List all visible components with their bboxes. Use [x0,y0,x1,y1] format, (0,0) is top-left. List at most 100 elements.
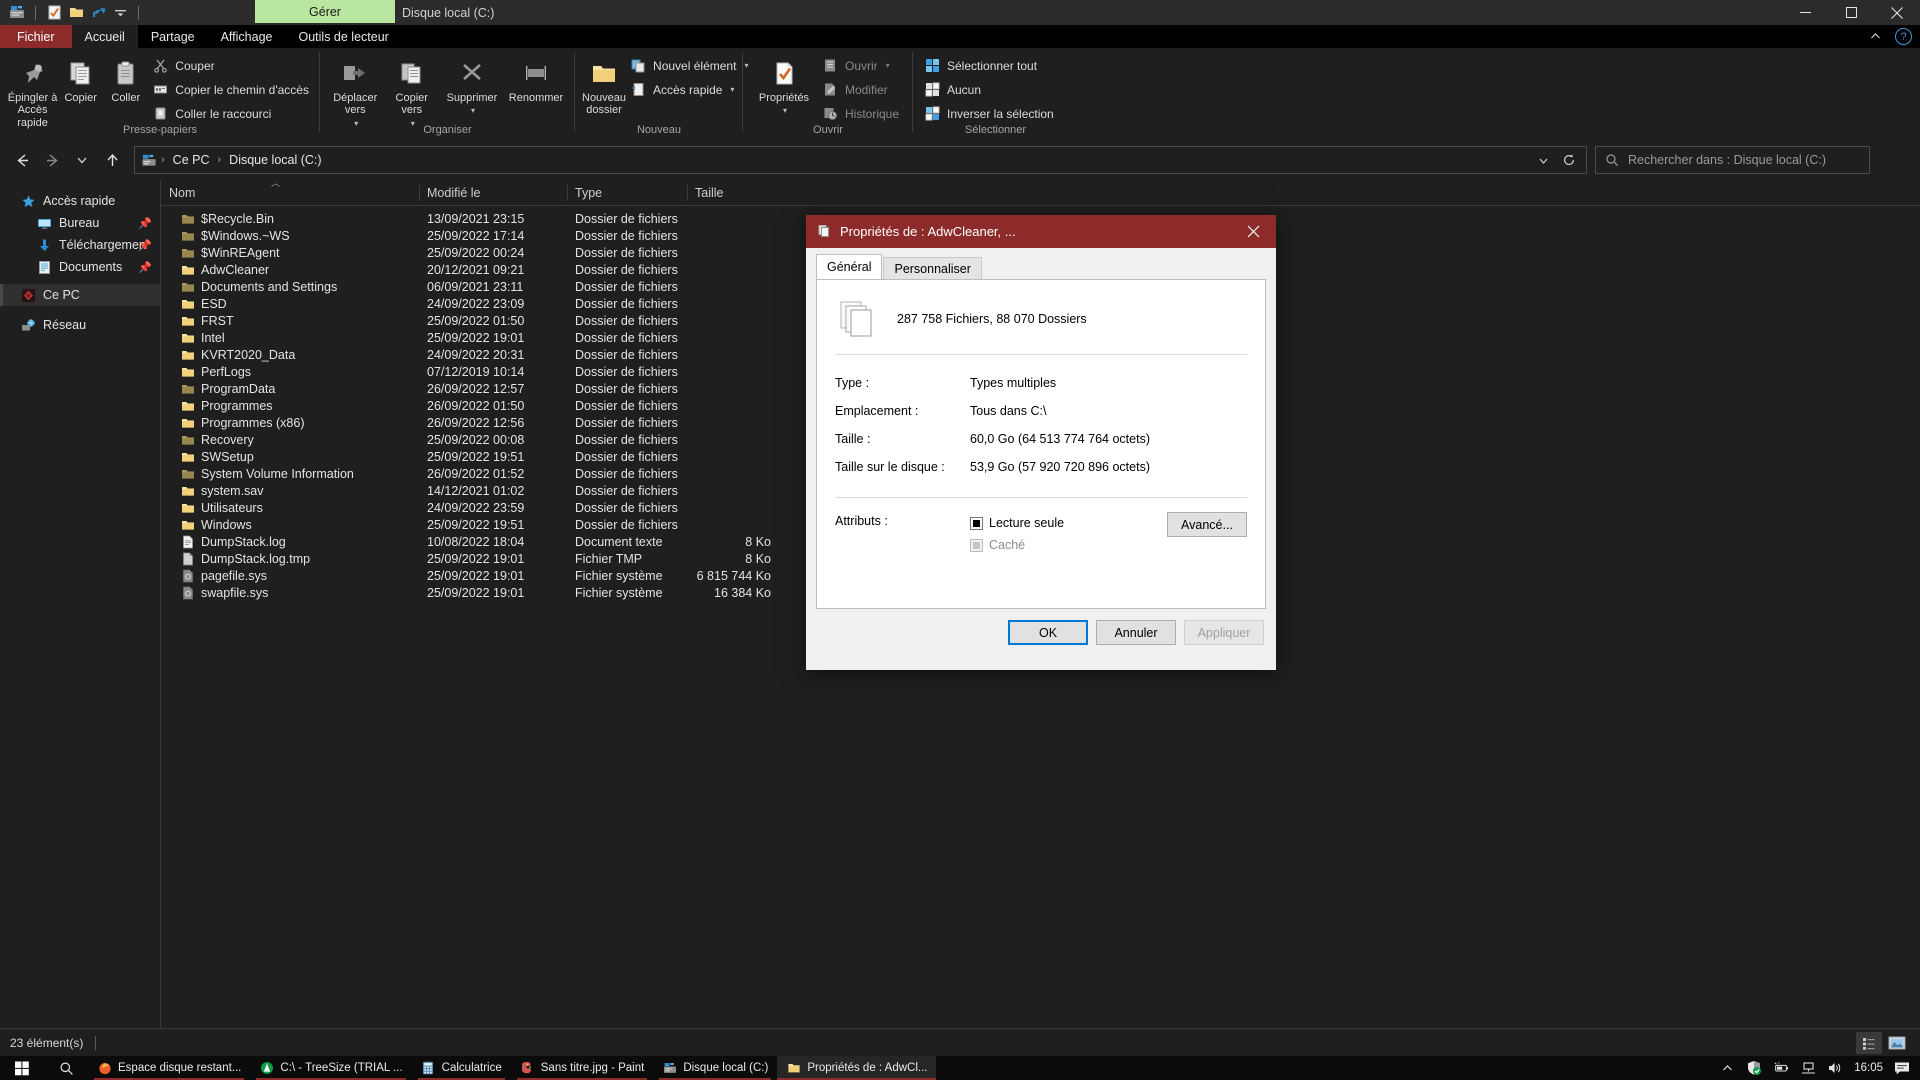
select-none-button[interactable]: Aucun [920,79,1058,100]
chevron-down-icon[interactable] [1532,147,1554,173]
ok-button[interactable]: OK [1008,620,1088,645]
invert-selection-button[interactable]: Inverser la sélection [920,103,1058,124]
cancel-button[interactable]: Annuler [1096,620,1176,645]
delete-button[interactable]: Supprimer ▾ [440,52,504,116]
edit-button[interactable]: Modifier [818,79,903,100]
action-center-icon[interactable] [1894,1060,1910,1076]
open-caret-icon[interactable]: ▾ [886,61,890,70]
select-small-commands: Sélectionner tout Aucun Inverser la séle… [920,52,1058,124]
taskbar-search-button[interactable] [44,1056,88,1080]
undo-icon[interactable] [89,4,107,22]
search-input[interactable]: Rechercher dans : Disque local (C:) [1595,146,1870,174]
new-folder-button[interactable]: Nouveau dossier [582,52,626,117]
checkbox-cache[interactable]: Caché [970,534,1064,556]
customize-qat-icon[interactable] [111,4,129,22]
copy-button[interactable]: Copier [58,52,103,104]
checkbox-indeterminate-icon[interactable] [970,516,983,530]
quick-access-button[interactable]: Accès rapide ▾ [626,79,752,100]
dialog-close-button[interactable] [1231,215,1276,248]
rename-button[interactable]: Renommer [504,52,568,104]
large-icons-view-button[interactable] [1884,1032,1910,1054]
cell-name: Utilisateurs [161,501,419,515]
cell-name: SWSetup [161,450,419,464]
taskbar-item-calculatrice[interactable]: Calculatrice [412,1056,511,1080]
tab-fichier[interactable]: Fichier [0,25,72,48]
tab-outils-de-lecteur[interactable]: Outils de lecteur [286,25,402,48]
move-to-button[interactable]: Déplacer vers ▾ [327,52,383,129]
tab-affichage[interactable]: Affichage [208,25,286,48]
clock[interactable]: 16:05 [1854,1062,1883,1074]
new-item-button[interactable]: Nouvel élément ▾ [626,55,752,76]
cut-button[interactable]: Couper [148,55,313,76]
sidebar-item-documents[interactable]: Documents 📌 [0,256,160,278]
sidebar-label: Ce PC [43,288,80,302]
column-header-taille[interactable]: Taille [687,180,779,206]
new-folder-icon[interactable] [67,4,85,22]
column-header-nom[interactable]: Nom ︿ [161,178,419,206]
open-button[interactable]: Ouvrir ▾ [818,55,903,76]
dialog-summary-row: 287 758 Fichiers, 88 070 Dossiers [835,294,1247,344]
new-folder-icon [589,55,619,89]
pin-icon[interactable]: 📌 [138,261,152,274]
tab-accueil[interactable]: Accueil [71,25,138,48]
taskbar-item-paint[interactable]: Sans titre.jpg - Paint [511,1056,654,1080]
forward-button[interactable] [38,146,66,174]
select-all-button[interactable]: Sélectionner tout [920,55,1058,76]
contextual-tab-manage[interactable]: Gérer [255,0,395,23]
chevron-up-icon[interactable] [1719,1060,1735,1076]
maximize-button[interactable] [1828,0,1874,25]
column-header-type[interactable]: Type [567,180,687,206]
copy-path-button[interactable]: Copier le chemin d'accès [148,79,313,100]
sidebar-item-ce-pc[interactable]: Ce PC [0,284,160,306]
sidebar-item-telechargements[interactable]: Téléchargements 📌 [0,234,160,256]
sidebar-item-acces-rapide[interactable]: Accès rapide [0,190,160,212]
pin-icon[interactable]: 📌 [138,239,152,252]
pin-icon[interactable]: 📌 [138,217,152,230]
history-button[interactable]: Historique [818,103,903,124]
address-path-field[interactable]: › Ce PC › Disque local (C:) [134,146,1587,174]
close-button[interactable] [1874,0,1920,25]
sidebar-item-bureau[interactable]: Bureau 📌 [0,212,160,234]
quick-access-caret-icon[interactable]: ▾ [730,85,734,94]
defender-icon[interactable] [1746,1060,1762,1076]
chevron-up-icon[interactable] [1867,29,1883,45]
delete-caret-icon[interactable]: ▾ [471,106,475,116]
tab-partage[interactable]: Partage [138,25,208,48]
file-name: $WinREAgent [201,245,280,260]
tab-general[interactable]: Général [816,254,883,279]
up-button[interactable] [98,146,126,174]
checkbox-lecture-seule[interactable]: Lecture seule [970,512,1064,534]
sidebar-item-reseau[interactable]: Réseau [0,314,160,336]
network-icon[interactable] [1800,1060,1816,1076]
paste-shortcut-button[interactable]: Coller le raccourci [148,103,313,124]
paste-label: Coller [111,92,141,104]
copy-to-button[interactable]: Copier vers ▾ [383,52,439,129]
dialog-divider-1 [835,354,1247,355]
help-icon[interactable]: ? [1895,28,1912,45]
breadcrumb-ce-pc[interactable]: Ce PC [169,153,214,167]
volume-icon[interactable] [1827,1060,1843,1076]
taskbar-item-disque-local[interactable]: Disque local (C:) [653,1056,777,1080]
apply-button: Appliquer [1184,620,1264,645]
tab-personnaliser[interactable]: Personnaliser [883,257,982,279]
advanced-button[interactable]: Avancé... [1167,512,1247,537]
refresh-icon[interactable] [1558,147,1580,173]
recent-locations-button[interactable] [68,146,96,174]
start-button[interactable] [0,1056,44,1080]
taskbar-item-firefox[interactable]: Espace disque restant... [88,1056,250,1080]
breadcrumb-disque-local[interactable]: Disque local (C:) [225,153,325,167]
column-header-modifie-le[interactable]: Modifié le [419,180,567,206]
properties-caret-icon[interactable]: ▾ [783,106,787,116]
pin-to-quick-access-button[interactable]: Épingler à Accès rapide [7,52,58,129]
minimize-button[interactable] [1782,0,1828,25]
taskbar-item-proprietes[interactable]: Propriétés de : AdwCl... [777,1056,937,1080]
battery-icon[interactable] [1773,1060,1789,1076]
cell-name: pagefile.sys [161,569,419,583]
properties-icon[interactable] [45,4,63,22]
back-button[interactable] [8,146,36,174]
search-icon [1604,152,1620,168]
details-view-button[interactable] [1856,1031,1882,1054]
properties-button[interactable]: Propriétés ▾ [750,52,818,116]
taskbar-item-treesize[interactable]: C:\ - TreeSize (TRIAL ... [250,1056,411,1080]
paste-button[interactable]: Coller [103,52,148,104]
